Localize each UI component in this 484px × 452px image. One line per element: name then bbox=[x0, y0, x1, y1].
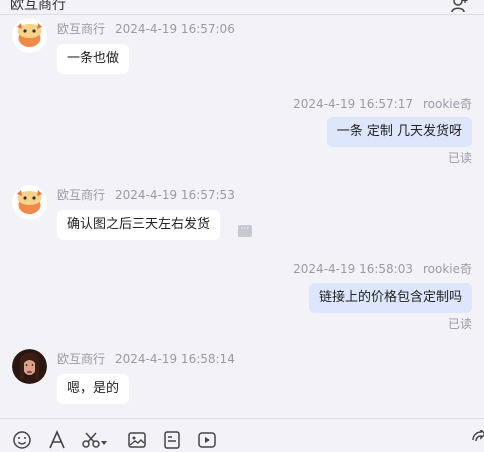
sender-name: 欧互商行 bbox=[57, 22, 106, 36]
sender-name: rookie奇 bbox=[422, 97, 472, 111]
scissors-icon[interactable] bbox=[81, 430, 101, 450]
image-icon[interactable] bbox=[127, 430, 147, 450]
message-meta: 欧互商行 2024-4-19 16:58:14 bbox=[57, 350, 235, 367]
message-bubble[interactable]: 确认图之后三天左右发货 bbox=[57, 210, 221, 240]
message-meta: 欧互商行 2024-4-19 16:57:06 bbox=[57, 20, 235, 37]
message-meta: 欧互商行 2024-4-19 16:57:53 bbox=[57, 186, 235, 203]
file-icon[interactable] bbox=[162, 430, 182, 450]
input-toolbar bbox=[0, 418, 484, 452]
sender-name: rookie奇 bbox=[422, 262, 472, 276]
timestamp: 2024-4-19 16:57:53 bbox=[115, 188, 235, 202]
message-bubble[interactable]: 一条也做 bbox=[57, 44, 130, 74]
font-icon[interactable] bbox=[47, 430, 67, 450]
timestamp: 2024-4-19 16:58:03 bbox=[293, 262, 413, 276]
chevron-down-icon[interactable] bbox=[100, 436, 108, 445]
emoji-icon[interactable] bbox=[12, 430, 32, 450]
shop-avatar[interactable] bbox=[12, 185, 47, 220]
timestamp: 2024-4-19 16:57:17 bbox=[293, 97, 413, 111]
video-icon[interactable] bbox=[197, 430, 217, 450]
user-settings-icon[interactable] bbox=[450, 0, 468, 13]
timestamp: 2024-4-19 16:57:06 bbox=[115, 22, 235, 36]
send-icon[interactable] bbox=[470, 428, 484, 450]
read-status: 已读 bbox=[447, 317, 472, 331]
sender-name: 欧互商行 bbox=[57, 188, 106, 202]
chat-header: 欧互商行 bbox=[0, 0, 484, 15]
message-list[interactable]: 欧互商行 2024-4-19 16:57:06 一条也做 2024-4-19 16… bbox=[0, 15, 484, 417]
message-bubble[interactable]: 嗯，是的 bbox=[57, 374, 130, 404]
shop-avatar[interactable] bbox=[12, 18, 47, 53]
message-meta: 2024-4-19 16:58:03 rookie奇 bbox=[293, 260, 472, 277]
message-meta: 2024-4-19 16:57:17 rookie奇 bbox=[293, 95, 472, 112]
customer-avatar[interactable] bbox=[12, 349, 47, 384]
message-bubble[interactable]: 一条 定制 几天发货呀 bbox=[326, 117, 472, 147]
chat-title: 欧互商行 bbox=[10, 0, 66, 13]
read-status: 已读 bbox=[447, 151, 472, 165]
more-options-icon[interactable]: ··· bbox=[238, 225, 252, 237]
sender-name: 欧互商行 bbox=[57, 352, 106, 366]
message-bubble[interactable]: 链接上的价格包含定制吗 bbox=[308, 283, 472, 313]
timestamp: 2024-4-19 16:58:14 bbox=[115, 352, 235, 366]
